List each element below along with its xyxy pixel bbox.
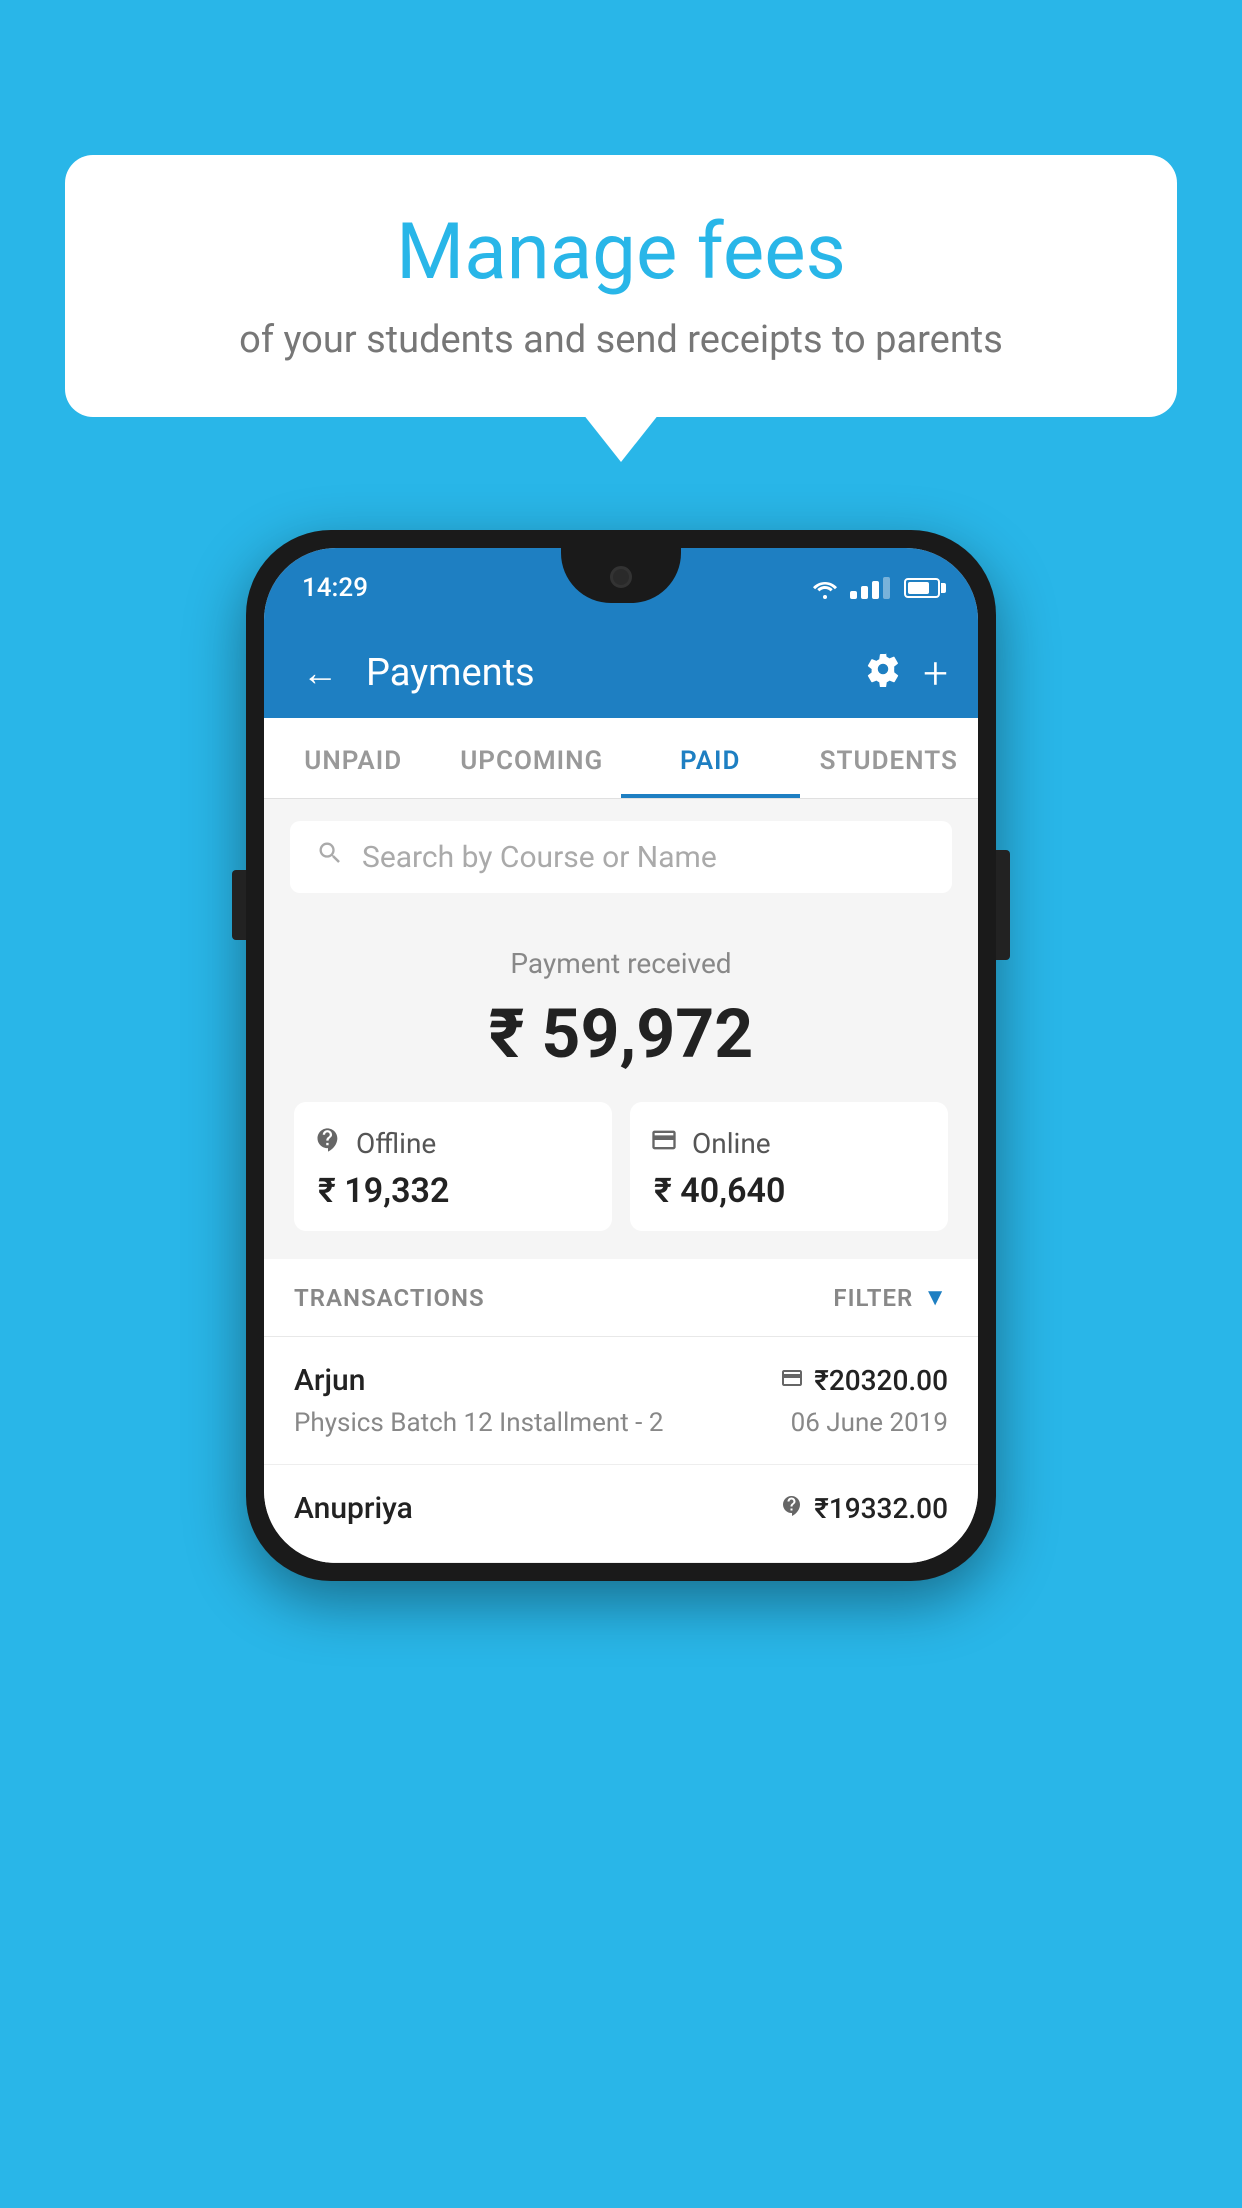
online-amount: ₹ 40,640: [650, 1171, 928, 1211]
course-info: Physics Batch 12 Installment - 2: [294, 1408, 663, 1438]
transaction-amount: ₹19332.00: [780, 1492, 948, 1525]
search-bar[interactable]: Search by Course or Name: [290, 821, 952, 893]
online-card-top: Online: [650, 1126, 928, 1161]
transaction-bottom: Physics Batch 12 Installment - 2 06 June…: [294, 1408, 948, 1438]
payment-total-amount: ₹ 59,972: [294, 994, 948, 1074]
phone-screen: 14:29: [264, 548, 978, 1563]
payment-cards: Offline ₹ 19,332: [294, 1102, 948, 1231]
offline-icon: [314, 1126, 342, 1161]
transaction-top: Anupriya ₹19332.00: [294, 1491, 948, 1526]
add-icon[interactable]: +: [923, 647, 948, 699]
status-icons: [810, 577, 940, 599]
notch-cutout: [561, 548, 681, 603]
bubble-title: Manage fees: [125, 210, 1117, 296]
amount-value: ₹19332.00: [814, 1492, 948, 1525]
tab-upcoming[interactable]: UPCOMING: [443, 718, 622, 798]
bubble-subtitle: of your students and send receipts to pa…: [125, 318, 1117, 362]
phone-outer: 14:29: [246, 530, 996, 1581]
phone-device: 14:29: [246, 530, 996, 1581]
payment-summary: Payment received ₹ 59,972 Off: [264, 915, 978, 1259]
speech-bubble-container: Manage fees of your students and send re…: [65, 155, 1177, 417]
page-title: Payments: [366, 651, 845, 695]
filter-button[interactable]: FILTER ▼: [833, 1283, 948, 1312]
card-payment-icon: [650, 1126, 678, 1161]
search-icon: [316, 839, 344, 875]
payment-received-label: Payment received: [294, 947, 948, 980]
transaction-top: Arjun ₹20320.00: [294, 1363, 948, 1398]
status-time: 14:29: [302, 573, 368, 603]
battery-icon: [904, 578, 940, 598]
amount-value: ₹20320.00: [814, 1364, 948, 1397]
header-actions: +: [865, 647, 948, 699]
filter-icon: ▼: [923, 1283, 948, 1312]
back-button[interactable]: ←: [294, 644, 346, 702]
settings-icon[interactable]: [865, 651, 901, 696]
transaction-amount: ₹20320.00: [780, 1364, 948, 1397]
online-label: Online: [692, 1127, 771, 1160]
transaction-row[interactable]: Anupriya ₹19332.00: [264, 1465, 978, 1563]
transactions-header: TRANSACTIONS FILTER ▼: [264, 1259, 978, 1337]
online-payment-icon: [780, 1366, 804, 1396]
speech-bubble: Manage fees of your students and send re…: [65, 155, 1177, 417]
transaction-date: 06 June 2019: [791, 1408, 948, 1438]
transactions-label: TRANSACTIONS: [294, 1284, 485, 1312]
offline-card: Offline ₹ 19,332: [294, 1102, 612, 1231]
wifi-icon: [810, 577, 840, 599]
offline-label: Offline: [356, 1127, 436, 1160]
notch-camera: [610, 566, 632, 588]
tab-paid[interactable]: PAID: [621, 718, 800, 798]
online-card: Online ₹ 40,640: [630, 1102, 948, 1231]
tab-unpaid[interactable]: UNPAID: [264, 718, 443, 798]
student-name: Arjun: [294, 1363, 365, 1398]
search-container: Search by Course or Name: [264, 799, 978, 915]
search-placeholder: Search by Course or Name: [362, 840, 717, 875]
tab-students[interactable]: STUDENTS: [800, 718, 979, 798]
student-name: Anupriya: [294, 1491, 413, 1526]
status-bar: 14:29: [264, 548, 978, 628]
tabs-container: UNPAID UPCOMING PAID STUDENTS: [264, 718, 978, 799]
transaction-row[interactable]: Arjun ₹20320.00 Physics Batch 12 Install…: [264, 1337, 978, 1465]
filter-label: FILTER: [833, 1284, 913, 1312]
offline-card-top: Offline: [314, 1126, 592, 1161]
signal-icon: [850, 577, 890, 599]
offline-payment-icon: [780, 1494, 804, 1524]
offline-amount: ₹ 19,332: [314, 1171, 592, 1211]
app-header: ← Payments +: [264, 628, 978, 718]
